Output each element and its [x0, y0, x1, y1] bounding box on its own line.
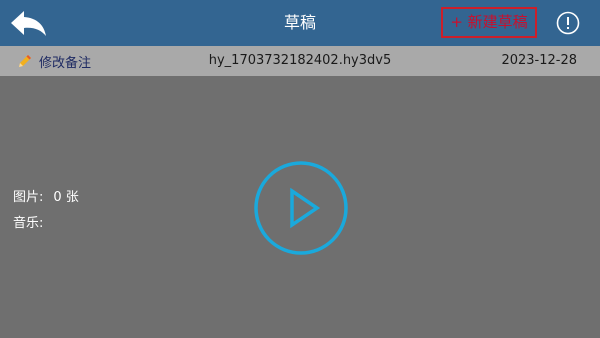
- play-icon: [254, 161, 348, 255]
- pencil-icon: [19, 55, 31, 67]
- music-row: 音乐:: [13, 211, 79, 237]
- new-draft-button[interactable]: + 新建草稿: [441, 7, 537, 38]
- edit-note-button[interactable]: 修改备注: [17, 46, 91, 76]
- draft-details: 图片: 0 张 音乐:: [13, 185, 79, 237]
- play-button[interactable]: [253, 160, 349, 256]
- back-button[interactable]: [6, 4, 50, 42]
- back-arrow-icon: [11, 11, 46, 36]
- pictures-row: 图片: 0 张: [13, 185, 79, 211]
- draft-date: 2023-12-28: [501, 53, 577, 68]
- info-button[interactable]: [556, 11, 580, 35]
- draft-info-bar: 修改备注 hy_1703732182402.hy3dv5 2023-12-28: [0, 46, 600, 76]
- draft-screen: 草稿 + 新建草稿 修改备注 hy_1703732182402.hy3dv5 2…: [0, 0, 600, 338]
- edit-note-label: 修改备注: [39, 55, 92, 71]
- pictures-label: 图片:: [13, 190, 44, 205]
- music-label: 音乐:: [13, 216, 44, 231]
- pictures-count: 0 张: [53, 190, 79, 205]
- top-bar: 草稿 + 新建草稿: [0, 0, 600, 46]
- info-icon: [556, 11, 580, 35]
